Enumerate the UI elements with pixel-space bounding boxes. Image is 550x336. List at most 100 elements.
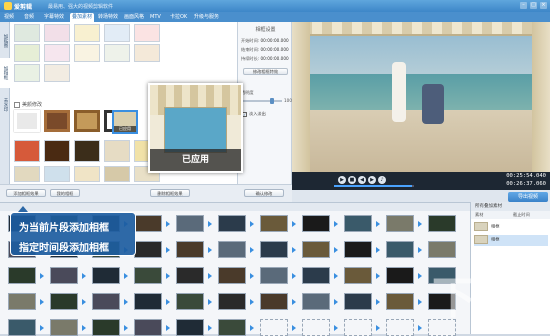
timeline-clip[interactable]: [344, 319, 372, 336]
timeline-clip[interactable]: [302, 319, 330, 336]
sidetab-remove-watermark[interactable]: 去水印: [0, 90, 10, 120]
timeline-clip[interactable]: [344, 293, 372, 310]
timeline-clip[interactable]: [176, 241, 204, 258]
tab-transition[interactable]: 转场特效: [96, 13, 120, 22]
modify-frame-effect-button[interactable]: 修改相框特效: [243, 68, 288, 75]
play-icon[interactable]: ▶: [338, 176, 346, 184]
timeline-clip[interactable]: [260, 267, 288, 284]
timeline-clip[interactable]: [386, 215, 414, 232]
frame-thumb[interactable]: [74, 110, 100, 132]
frame-thumb[interactable]: [104, 140, 130, 162]
frame-thumb[interactable]: [14, 64, 40, 82]
tab-mtv[interactable]: MTV: [148, 13, 163, 22]
timeline-clip[interactable]: [176, 319, 204, 336]
timeline-clip[interactable]: [8, 267, 36, 284]
timeline-clip[interactable]: [260, 293, 288, 310]
timeline-clip[interactable]: [218, 241, 246, 258]
next-icon[interactable]: ▶: [368, 176, 376, 184]
timeline-clip[interactable]: [92, 267, 120, 284]
timeline-clip[interactable]: [386, 267, 414, 284]
timeline-clip[interactable]: [386, 241, 414, 258]
tab-subtitle-effects[interactable]: 字幕特效: [42, 13, 66, 22]
timeline-clip[interactable]: [8, 293, 36, 310]
prev-icon[interactable]: ◀: [358, 176, 366, 184]
frame-thumb[interactable]: [134, 24, 160, 42]
frame-thumb[interactable]: [14, 140, 40, 162]
tab-karaoke[interactable]: 卡拉OK: [168, 13, 189, 22]
timeline-clip[interactable]: [218, 267, 246, 284]
timeline-clip[interactable]: [92, 319, 120, 336]
timeline-clip[interactable]: [386, 293, 414, 310]
timeline-clip[interactable]: [344, 241, 372, 258]
timeline-clip[interactable]: [176, 215, 204, 232]
my-frames-button[interactable]: 我的相框: [50, 189, 80, 197]
confirm-modify-button[interactable]: 确认修改: [244, 189, 284, 197]
stop-icon[interactable]: ■: [348, 176, 356, 184]
frame-thumb[interactable]: [104, 44, 130, 62]
frame-thumb[interactable]: [74, 166, 100, 182]
fade-checkbox[interactable]: ✓ 淡入淡出: [242, 111, 266, 117]
timeline-clip[interactable]: [260, 215, 288, 232]
timeline-clip[interactable]: [134, 241, 162, 258]
timeline-clip[interactable]: [302, 293, 330, 310]
volume-icon[interactable]: ♪: [378, 176, 386, 184]
tab-video[interactable]: 视频: [2, 13, 16, 22]
playback-progress[interactable]: [334, 185, 414, 187]
frame-thumb[interactable]: [44, 140, 70, 162]
frame-thumb[interactable]: [14, 44, 40, 62]
timeline-clip[interactable]: [344, 215, 372, 232]
frame-thumb[interactable]: [44, 44, 70, 62]
tab-picture-style[interactable]: 画面风格: [122, 13, 146, 22]
overlay-list-item[interactable]: 相框: [474, 222, 548, 233]
timeline-clip[interactable]: [176, 267, 204, 284]
sidetab-add-frame[interactable]: 加相框: [0, 58, 10, 88]
timeline-clip[interactable]: [302, 215, 330, 232]
timeline-clip[interactable]: [134, 293, 162, 310]
start-time-value[interactable]: 00:00:00.000: [261, 38, 289, 43]
tab-audio[interactable]: 音频: [22, 13, 36, 22]
timeline-clip[interactable]: [218, 293, 246, 310]
timeline-clip[interactable]: [50, 319, 78, 336]
timeline-clip[interactable]: [134, 215, 162, 232]
timeline-clip[interactable]: [8, 319, 36, 336]
timeline-clip[interactable]: [344, 267, 372, 284]
duration-value[interactable]: 00:00:00.000: [261, 56, 289, 61]
frame-thumb-selected[interactable]: 已应用: [112, 110, 138, 134]
frame-thumb[interactable]: [104, 166, 130, 182]
sidetab-add-sticker[interactable]: 加贴图: [0, 26, 10, 56]
timeline-clip[interactable]: [176, 293, 204, 310]
frame-thumb[interactable]: [134, 44, 160, 62]
frame-thumb[interactable]: [104, 24, 130, 42]
end-time-value[interactable]: 00:00:00.000: [261, 47, 289, 52]
frame-thumb[interactable]: [74, 44, 100, 62]
opacity-slider-knob[interactable]: [270, 98, 274, 104]
delete-frame-button[interactable]: 删除相框效果: [150, 189, 190, 197]
frame-thumb[interactable]: [44, 110, 70, 132]
timeline-clip[interactable]: [428, 241, 456, 258]
frame-thumb[interactable]: [44, 24, 70, 42]
tab-upgrade-service[interactable]: 升级与服务: [192, 13, 221, 22]
export-video-button[interactable]: 导出视频: [508, 192, 548, 202]
timeline-clip[interactable]: [50, 293, 78, 310]
minimize-icon[interactable]: –: [520, 2, 527, 9]
tab-overlay-material[interactable]: 叠加素材: [70, 13, 95, 22]
timeline-clip[interactable]: [386, 319, 414, 336]
frame-thumb[interactable]: [44, 64, 70, 82]
timeline-clip[interactable]: [134, 267, 162, 284]
frame-thumb[interactable]: [14, 110, 40, 132]
timeline-clip[interactable]: [302, 241, 330, 258]
overlay-list-item-selected[interactable]: 相框: [474, 235, 548, 246]
frame-thumb[interactable]: [74, 140, 100, 162]
timeline-clip[interactable]: [260, 241, 288, 258]
timeline-clip[interactable]: [218, 319, 246, 336]
timeline-clip[interactable]: [218, 215, 246, 232]
opacity-slider[interactable]: [242, 98, 282, 104]
frame-thumb[interactable]: [14, 24, 40, 42]
timeline-clip[interactable]: [92, 293, 120, 310]
frame-thumb[interactable]: [44, 166, 70, 182]
close-icon[interactable]: ×: [540, 2, 547, 9]
timeline-clip[interactable]: [50, 267, 78, 284]
frame-thumb[interactable]: [14, 166, 40, 182]
timeline-clip[interactable]: [428, 215, 456, 232]
maximize-icon[interactable]: □: [530, 2, 537, 9]
